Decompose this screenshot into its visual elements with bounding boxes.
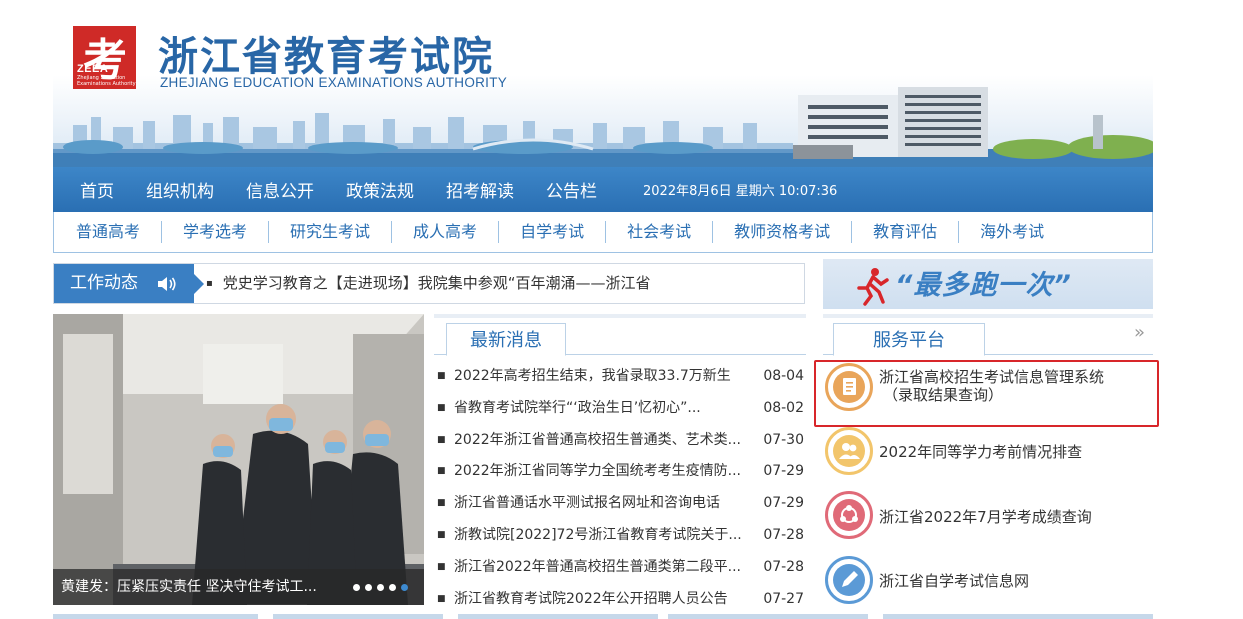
news-date: 08-02 <box>763 399 804 416</box>
news-title[interactable]: 浙教试院[2022]72号浙江省教育考试院关于... <box>454 521 756 549</box>
news-title[interactable]: 浙江省普通话水平测试报名网址和咨询电话 <box>454 489 756 517</box>
highlight-box <box>814 360 1159 427</box>
news-title[interactable]: 浙江省2022年普通高校招生普通类第二段平... <box>454 553 756 581</box>
share-icon <box>825 491 873 539</box>
runner-icon <box>857 268 889 306</box>
news-item[interactable]: ■ 浙江省普通话水平测试报名网址和咨询电话 07-29 <box>434 489 806 521</box>
news-item[interactable]: ■ 浙教试院[2022]72号浙江省教育考试院关于... 07-28 <box>434 521 806 553</box>
carousel-dot[interactable] <box>389 584 396 591</box>
subnav-evaluation[interactable]: 教育评估 <box>852 221 960 243</box>
news-date: 07-29 <box>763 495 804 512</box>
site-logo[interactable]: 考 ZEEA Zhejiang Education Examinations A… <box>73 26 136 89</box>
header-banner: 考 ZEEA Zhejiang Education Examinations A… <box>53 0 1153 167</box>
news-item[interactable]: ■ 2022年高考招生结束，我省录取33.7万新生 08-04 <box>434 362 806 394</box>
tab-service-platform[interactable]: 服务平台 <box>833 323 985 356</box>
news-date: 07-30 <box>763 431 804 448</box>
subnav-overseas[interactable]: 海外考试 <box>959 221 1065 243</box>
service-platform-panel: 服务平台 » 浙江省高校招生考试信息管理系统 （录取结果查询） 2022年同等学… <box>823 314 1153 614</box>
speaker-icon <box>158 277 176 291</box>
work-dynamics-label: 工作动态 <box>70 273 138 293</box>
subnav-xuekao[interactable]: 学考选考 <box>162 221 270 243</box>
news-date: 07-27 <box>763 590 804 607</box>
service-label: 2022年同等学力考前情况排查 <box>879 443 1083 461</box>
news-item[interactable]: ■ 浙江省教育考试院2022年公开招聘人员公告 07-27 <box>434 585 806 617</box>
news-list: ■ 2022年高考招生结束，我省录取33.7万新生 08-04 ■ 省教育考试院举行“… <box>434 362 806 616</box>
sub-nav: 普通高考 学考选考 研究生考试 成人高考 自学考试 社会考试 教师资格考试 教育… <box>53 212 1153 253</box>
carousel-dot[interactable] <box>377 584 384 591</box>
run-once-text: “最多跑一次” <box>895 270 1072 301</box>
subnav-self-study[interactable]: 自学考试 <box>499 221 607 243</box>
service-topbar <box>823 314 1153 318</box>
news-item[interactable]: ■ 2022年浙江省同等学力全国统考考生疫情防... 07-29 <box>434 457 806 489</box>
carousel-dots <box>353 584 408 591</box>
subnav-graduate[interactable]: 研究生考试 <box>269 221 393 243</box>
main-nav: 首页 组织机构 信息公开 政策法规 招考解读 公告栏 2022年8月6日 星期六… <box>53 167 1153 212</box>
news-topbar <box>434 314 806 318</box>
nav-bulletin[interactable]: 公告栏 <box>546 177 597 202</box>
page: 考 ZEEA Zhejiang Education Examinations A… <box>0 0 1243 619</box>
run-once-banner[interactable]: “最多跑一次” <box>823 259 1153 309</box>
news-item[interactable]: ■ 2022年浙江省普通高校招生普通类、艺术类... 07-30 <box>434 426 806 458</box>
nav-policies[interactable]: 政策法规 <box>346 177 414 202</box>
news-item[interactable]: ■ 省教育考试院举行“‘政治生日’忆初心”... 08-02 <box>434 394 806 426</box>
service-label: 浙江省自学考试信息网 <box>879 572 1030 590</box>
work-dynamics-ticker[interactable]: 党史学习教育之【走进现场】我院集中参观“百年潮涌——浙江省 <box>206 264 796 303</box>
service-item-self-study-site[interactable]: 浙江省自学考试信息网 <box>823 554 1153 610</box>
subnav-gaokao[interactable]: 普通高考 <box>54 221 163 243</box>
logo-abbr: ZEEA <box>77 63 109 75</box>
more-link-icon[interactable]: » <box>1134 322 1145 343</box>
latest-news-panel: 最新消息 ■ 2022年高考招生结束，我省录取33.7万新生 08-04 ■ 省教育考… <box>434 314 806 614</box>
carousel-dot[interactable] <box>353 584 360 591</box>
carousel-dot[interactable] <box>365 584 372 591</box>
pencil-icon <box>825 556 873 604</box>
photo-caption[interactable]: 黄建发：压紧压实责任 坚决守住考试工... <box>61 576 341 596</box>
bottom-strip <box>53 614 1153 619</box>
tab-latest-news[interactable]: 最新消息 <box>446 323 566 356</box>
nav-organization[interactable]: 组织机构 <box>146 177 214 202</box>
logo-subtext: Zhejiang Education Examinations Authorit… <box>77 75 136 87</box>
subnav-adult[interactable]: 成人高考 <box>392 221 500 243</box>
news-title[interactable]: 2022年浙江省普通高校招生普通类、艺术类... <box>454 426 756 454</box>
skyline-illustration <box>53 87 1153 167</box>
photo-carousel[interactable]: 黄建发：压紧压实责任 坚决守住考试工... <box>53 314 424 605</box>
nav-home[interactable]: 首页 <box>80 177 114 202</box>
nav-info-disclosure[interactable]: 信息公开 <box>246 177 314 202</box>
news-title[interactable]: 浙江省教育考试院2022年公开招聘人员公告 <box>454 585 756 613</box>
news-date: 08-04 <box>763 368 804 384</box>
news-date: 07-28 <box>763 558 804 575</box>
news-photo <box>53 314 424 605</box>
service-label: 浙江省2022年7月学考成绩查询 <box>879 508 1092 526</box>
work-dynamics-bar: 工作动态 党史学习教育之【走进现场】我院集中参观“百年潮涌——浙江省 <box>53 263 805 304</box>
news-item[interactable]: ■ 浙江省2022年普通高校招生普通类第二段平... 07-28 <box>434 553 806 585</box>
current-datetime: 2022年8月6日 星期六 10:07:36 <box>643 184 838 199</box>
subnav-teacher[interactable]: 教师资格考试 <box>713 221 853 243</box>
subnav-social[interactable]: 社会考试 <box>606 221 714 243</box>
news-title[interactable]: 2022年浙江省同等学力全国统考考生疫情防... <box>454 457 756 485</box>
news-title[interactable]: 省教育考试院举行“‘政治生日’忆初心”... <box>454 394 756 422</box>
users-icon <box>825 427 873 475</box>
carousel-dot-active[interactable] <box>401 584 408 591</box>
news-date: 07-28 <box>763 526 804 543</box>
site-title: 浙江省教育考试院 <box>158 33 494 80</box>
service-item-equivalent-check[interactable]: 2022年同等学力考前情况排查 <box>823 425 1153 481</box>
nav-admission-guide[interactable]: 招考解读 <box>446 177 514 202</box>
news-date: 07-29 <box>763 463 804 480</box>
news-title[interactable]: 2022年高考招生结束，我省录取33.7万新生 <box>454 362 756 390</box>
service-item-xuekao-score[interactable]: 浙江省2022年7月学考成绩查询 <box>823 489 1153 545</box>
